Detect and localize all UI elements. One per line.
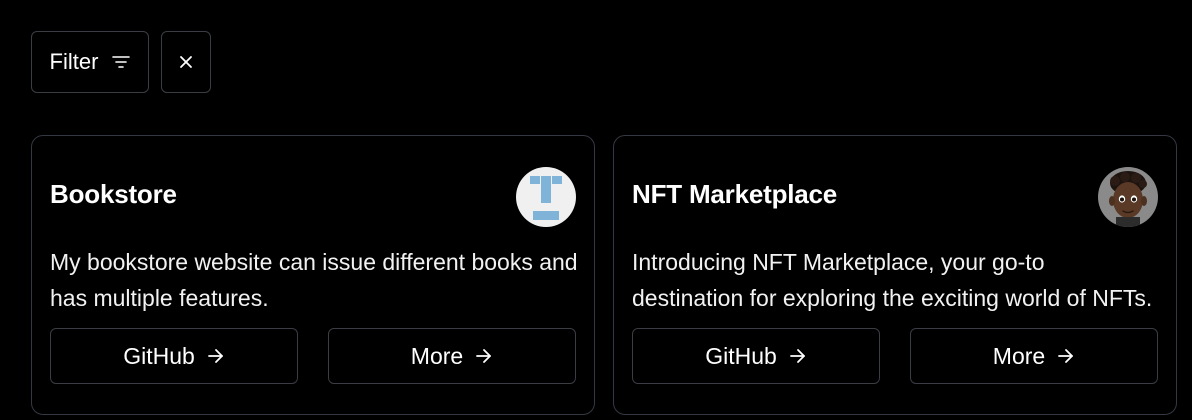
project-cards: Bookstore My bookstore website can issue… bbox=[31, 135, 1177, 415]
filter-label: Filter bbox=[49, 49, 99, 74]
card-actions: GitHub More bbox=[50, 328, 576, 384]
github-label: GitHub bbox=[705, 342, 777, 369]
more-label: More bbox=[410, 342, 464, 369]
more-label: More bbox=[992, 342, 1046, 369]
github-button[interactable]: GitHub bbox=[632, 328, 880, 384]
github-label: GitHub bbox=[123, 342, 195, 369]
more-button[interactable]: More bbox=[328, 328, 576, 384]
memoji-avatar bbox=[1098, 167, 1158, 227]
card-description: Introducing NFT Marketplace, your go-to … bbox=[632, 249, 1153, 311]
filter-button[interactable]: Filter bbox=[31, 31, 149, 93]
project-card-nft-marketplace: NFT Marketplace Introducing NFT Marketpl… bbox=[613, 135, 1177, 415]
card-actions: GitHub More bbox=[632, 328, 1158, 384]
toolbar: Filter bbox=[31, 31, 211, 93]
project-card-bookstore: Bookstore My bookstore website can issue… bbox=[31, 135, 595, 415]
arrow-right-icon bbox=[1057, 348, 1075, 364]
card-description: My bookstore website can issue different… bbox=[50, 249, 578, 311]
card-title: Bookstore bbox=[50, 179, 177, 209]
card-title: NFT Marketplace bbox=[632, 179, 838, 209]
arrow-right-icon bbox=[475, 348, 493, 364]
filter-lines-icon bbox=[112, 55, 131, 69]
more-button[interactable]: More bbox=[910, 328, 1158, 384]
arrow-right-icon bbox=[789, 348, 807, 364]
close-icon bbox=[178, 54, 194, 70]
arrow-right-icon bbox=[207, 348, 225, 364]
identicon-avatar bbox=[516, 167, 576, 227]
clear-filter-button[interactable] bbox=[161, 31, 211, 93]
github-button[interactable]: GitHub bbox=[50, 328, 298, 384]
